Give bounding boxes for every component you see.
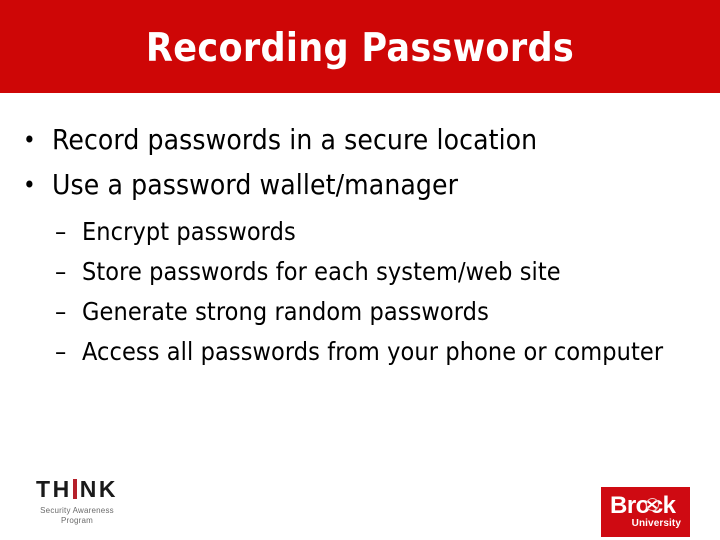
list-item-text: Record passwords in a secure location [52,123,538,156]
content-body: • Record passwords in a secure location … [0,122,720,372]
sub-list-item-text: Encrypt passwords [82,217,296,246]
think-wordmark: TH NK [24,476,130,502]
dash-marker-icon: – [55,217,67,246]
sub-list-item-text: Generate strong random passwords [82,297,489,326]
sub-list-item-text: Store passwords for each system/web site [82,257,561,286]
page-title: Recording Passwords [145,26,575,71]
sub-list-item: – Generate strong random passwords [0,292,720,332]
sub-list: – Encrypt passwords – Store passwords fo… [0,212,720,372]
list-item-text: Use a password wallet/manager [52,168,459,201]
dash-marker-icon: – [55,337,67,366]
title-banner: Recording Passwords [0,0,720,93]
sub-list-item-text: Access all passwords from your phone or … [82,337,664,366]
think-subtitle-line1: Security Awareness [40,506,114,515]
dash-marker-icon: – [55,257,67,286]
brock-wordmark: Brock [610,492,676,519]
sub-list-item: – Access all passwords from your phone o… [0,332,720,372]
think-red-i-icon [72,479,77,499]
brock-emblem-icon [646,498,659,511]
brock-university-logo: Brock University [601,487,690,537]
think-subtitle-line2: Program [60,516,94,525]
brock-subtitle: University [631,518,681,529]
dash-marker-icon: – [55,297,67,326]
think-wordmark-part1: TH [36,476,72,502]
think-wordmark-part2: NK [79,476,118,502]
sub-list-item: – Encrypt passwords [0,212,720,252]
bullet-marker-icon: • [23,126,36,154]
bullet-marker-icon: • [23,171,36,199]
think-logo: TH NK Security Awareness Program [24,476,130,526]
list-item: • Use a password wallet/manager [0,167,720,203]
sub-list-item: – Store passwords for each system/web si… [0,252,720,292]
list-item: • Record passwords in a secure location [0,122,720,158]
slide: Recording Passwords • Record passwords i… [0,0,720,540]
